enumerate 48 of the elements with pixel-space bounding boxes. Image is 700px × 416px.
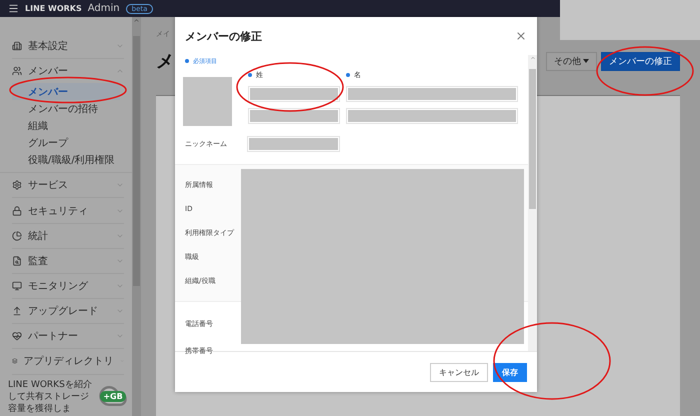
- sidebar-item[interactable]: 組織: [12, 117, 120, 134]
- sidebar-section[interactable]: パートナー: [12, 324, 124, 350]
- page-title: メ: [156, 50, 174, 73]
- sidebar-section[interactable]: サービス: [12, 173, 124, 198]
- scrollbar-thumb[interactable]: [133, 36, 140, 286]
- section-icon: [12, 41, 22, 52]
- section-icon: [12, 306, 22, 316]
- menu-icon[interactable]: [8, 3, 19, 14]
- sidebar-section[interactable]: 統計: [12, 224, 124, 249]
- section-icon: [12, 356, 18, 366]
- name-field[interactable]: [346, 86, 518, 102]
- edit-member-button[interactable]: メンバーの修正: [601, 52, 680, 70]
- caret-icon: [583, 59, 589, 63]
- scrollbar-thumb[interactable]: [529, 69, 536, 209]
- sidebar-section[interactable]: アプリディレクトリ: [12, 349, 124, 375]
- brand-name: LINE WORKS: [25, 4, 82, 13]
- sidebar-section[interactable]: 監査: [12, 248, 124, 274]
- sidebar-item[interactable]: グループ: [12, 134, 120, 152]
- save-button[interactable]: 保存: [493, 362, 527, 382]
- storage-badge: +GB: [100, 391, 126, 402]
- product-name: Admin: [88, 3, 120, 14]
- sidebar-section[interactable]: アップグレード: [12, 299, 124, 324]
- name-field[interactable]: [346, 108, 518, 124]
- close-icon[interactable]: [515, 30, 527, 42]
- sidebar-section[interactable]: 基本設定: [12, 34, 124, 60]
- section-icon: [12, 230, 22, 241]
- photo-placeholder: [183, 77, 232, 126]
- sidebar-section[interactable]: モニタリング: [12, 274, 124, 300]
- sidebar-section[interactable]: セキュリティ: [12, 198, 124, 224]
- scroll-up-icon[interactable]: [133, 17, 140, 24]
- sidebar-section[interactable]: メンバー: [12, 59, 124, 84]
- sidebar-item[interactable]: メンバー: [12, 83, 120, 100]
- dialog-title: メンバーの修正: [185, 28, 262, 44]
- promo-text: LINE WORKSを紹介して共有ストレージ容量を獲得しま: [8, 378, 93, 415]
- section-icon: [12, 256, 22, 266]
- sidebar-item[interactable]: 役職/職級/利用権限: [12, 151, 120, 168]
- nickname-field[interactable]: [247, 136, 340, 152]
- section-icon: [12, 206, 22, 216]
- section-icon: [12, 331, 22, 342]
- name-field[interactable]: [248, 86, 340, 102]
- section-icon: [12, 180, 22, 190]
- section-icon: [12, 281, 22, 292]
- section-icon: [12, 66, 22, 76]
- scroll-up-icon[interactable]: [530, 55, 536, 61]
- more-dropdown[interactable]: その他: [546, 52, 597, 70]
- sidebar-item[interactable]: メンバーの招待: [12, 100, 120, 118]
- name-field[interactable]: [248, 108, 340, 124]
- cancel-button[interactable]: キャンセル: [430, 362, 488, 382]
